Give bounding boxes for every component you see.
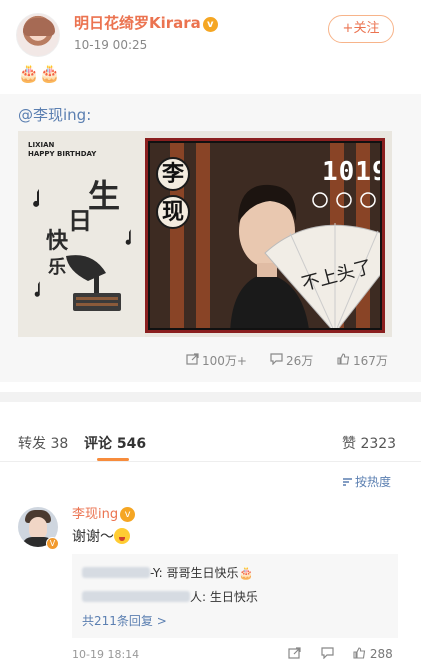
blurred-username bbox=[82, 591, 190, 602]
replies-box[interactable]: -Y: 哥哥生日快乐🎂 人: 生日快乐 共211条回复 > bbox=[72, 554, 398, 638]
music-note-icon bbox=[34, 281, 40, 297]
poster-name-char: 现 bbox=[156, 195, 190, 229]
poster-char: 生 bbox=[88, 177, 121, 215]
section-divider bbox=[0, 392, 421, 402]
post-time: 10-19 00:25 bbox=[74, 38, 148, 52]
phonograph-icon bbox=[66, 255, 121, 311]
tab-bar: 转发 38 评论 546 赞 2323 bbox=[0, 402, 421, 462]
post-header: 明日花绮罗Kirara v 10-19 00:25 +关注 bbox=[0, 0, 421, 62]
comment-reply-button[interactable] bbox=[321, 647, 334, 662]
hand-fan: 不上头了 bbox=[264, 223, 380, 328]
more-replies-link[interactable]: 共211条回复 > bbox=[82, 612, 167, 629]
follow-button[interactable]: +关注 bbox=[328, 15, 394, 43]
verified-badge-icon: V bbox=[46, 537, 59, 550]
poster-left-panel: LIXIAN HAPPY BIRTHDAY 生 日 快 乐 bbox=[18, 131, 145, 337]
thumbs-up-icon bbox=[337, 353, 350, 365]
comment-text: 谢谢～ bbox=[72, 526, 130, 546]
active-tab-underline bbox=[97, 458, 129, 461]
repost-card[interactable]: @李现ing: LIXIAN HAPPY BIRTHDAY 生 日 快 乐 李 … bbox=[0, 94, 421, 382]
repost-comment-stat[interactable]: 26万 bbox=[270, 352, 313, 369]
comment-icon bbox=[270, 353, 283, 365]
thumbs-up-icon bbox=[353, 647, 366, 659]
comment-time: 10-19 18:14 bbox=[72, 648, 140, 661]
poster-tag-line2: HAPPY BIRTHDAY bbox=[28, 150, 97, 158]
poster-char: 日 bbox=[68, 206, 92, 235]
music-note-icon bbox=[125, 229, 131, 245]
poster-date: 1019 bbox=[322, 157, 380, 187]
post-text: 🎂🎂 bbox=[18, 64, 61, 84]
tab-comments[interactable]: 评论 546 bbox=[84, 433, 146, 453]
commenter-name[interactable]: 李现ing v bbox=[72, 503, 136, 522]
blurred-username bbox=[82, 567, 150, 578]
birthday-poster-image[interactable]: LIXIAN HAPPY BIRTHDAY 生 日 快 乐 李 现 101 不上… bbox=[18, 131, 392, 337]
music-note-icon bbox=[33, 189, 40, 207]
comment-like-button[interactable]: 288 bbox=[353, 647, 393, 661]
comment-share-button[interactable] bbox=[288, 647, 301, 662]
vip-crown-icon: v bbox=[202, 17, 218, 32]
reply-item[interactable]: -Y: 哥哥生日快乐🎂 bbox=[82, 564, 253, 581]
author-avatar[interactable] bbox=[16, 13, 60, 57]
share-icon bbox=[186, 353, 199, 365]
author-name[interactable]: 明日花绮罗Kirara v bbox=[74, 12, 218, 33]
poster-name-char: 李 bbox=[156, 157, 190, 191]
repost-share-stat[interactable]: 100万+ bbox=[186, 352, 247, 369]
tab-reposts[interactable]: 转发 38 bbox=[18, 433, 68, 453]
tab-likes[interactable]: 赞 2323 bbox=[342, 433, 396, 453]
repost-author[interactable]: @李现ing: bbox=[18, 104, 91, 125]
repost-like-stat[interactable]: 167万 bbox=[337, 352, 388, 369]
comment-icon bbox=[321, 647, 334, 660]
share-icon bbox=[288, 647, 301, 659]
sort-icon bbox=[343, 478, 352, 486]
poster-right-panel: 李 现 1019 不上头了 bbox=[145, 138, 385, 333]
vip-crown-icon: v bbox=[120, 507, 136, 522]
poster-tag-line1: LIXIAN bbox=[28, 141, 55, 149]
poster-small-icons bbox=[312, 192, 376, 208]
sort-by-heat-button[interactable]: 按热度 bbox=[342, 473, 391, 490]
laughing-emoji-icon bbox=[114, 528, 130, 544]
reply-item[interactable]: 人: 生日快乐 bbox=[82, 588, 258, 605]
